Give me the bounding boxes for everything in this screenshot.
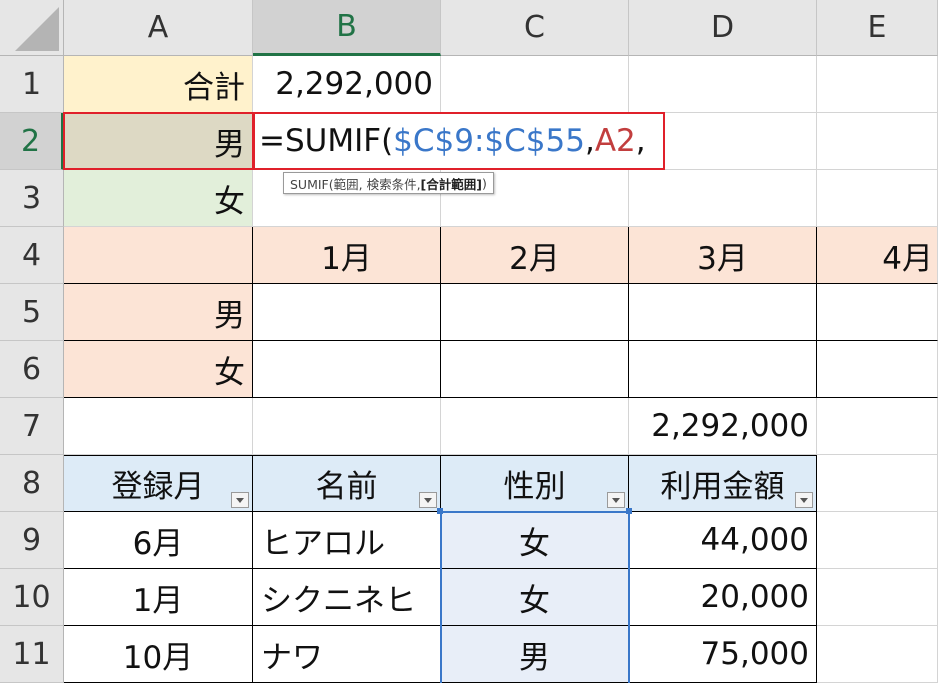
column-header-c[interactable]: C xyxy=(441,0,629,56)
cell-d7[interactable]: 2,292,000 xyxy=(629,398,817,455)
cell-c7[interactable] xyxy=(441,398,629,455)
cell-a5[interactable]: 男 xyxy=(64,284,253,341)
cell-b1[interactable]: 2,292,000 xyxy=(253,56,441,113)
cell-b11[interactable]: ナワ xyxy=(253,626,441,683)
tooltip-close-paren: ) xyxy=(481,175,487,191)
cell-c10[interactable]: 女 xyxy=(441,569,629,626)
row-header-11[interactable]: 11 xyxy=(0,626,64,683)
column-header-b[interactable]: B xyxy=(253,0,441,56)
row-header-7[interactable]: 7 xyxy=(0,398,64,455)
cell-b7[interactable] xyxy=(253,398,441,455)
row-header-5[interactable]: 5 xyxy=(0,284,64,341)
filter-dropdown-icon[interactable] xyxy=(231,492,249,508)
cell-e9[interactable] xyxy=(817,512,938,569)
cell-d10[interactable]: 20,000 xyxy=(629,569,817,626)
row-header-8[interactable]: 8 xyxy=(0,455,64,512)
row-header-4[interactable]: 4 xyxy=(0,227,64,284)
tooltip-signature-text: SUMIF(範囲, 検索条件, xyxy=(290,176,421,192)
cell-e1[interactable] xyxy=(817,56,938,113)
table-header-amount[interactable]: 利用金額 xyxy=(629,455,817,512)
cell-e5[interactable] xyxy=(817,284,938,341)
table-header-gender-label: 性別 xyxy=(503,469,566,505)
filter-dropdown-icon[interactable] xyxy=(795,492,813,508)
table-header-month[interactable]: 登録月 xyxy=(64,455,253,512)
table-header-amount-label: 利用金額 xyxy=(660,469,785,505)
column-header-d[interactable]: D xyxy=(629,0,817,56)
range-handle-top-left[interactable] xyxy=(437,508,443,514)
cell-e8[interactable] xyxy=(817,455,938,512)
cell-c11[interactable]: 男 xyxy=(441,626,629,683)
cell-c1[interactable] xyxy=(441,56,629,113)
cell-c5[interactable] xyxy=(441,284,629,341)
column-header-a[interactable]: A xyxy=(64,0,253,56)
spreadsheet: A B C D E 1 2 3 4 5 6 7 8 9 10 11 合計 2,2… xyxy=(0,0,938,683)
cell-a4[interactable] xyxy=(64,227,253,284)
cell-a9[interactable]: 6月 xyxy=(64,512,253,569)
row-header-9[interactable]: 9 xyxy=(0,512,64,569)
cell-e2[interactable] xyxy=(817,113,938,170)
cell-c9[interactable]: 女 xyxy=(441,512,629,569)
cell-d4[interactable]: 3月 xyxy=(629,227,817,284)
cell-e10[interactable] xyxy=(817,569,938,626)
table-header-name-label: 名前 xyxy=(315,469,378,505)
row-header-3[interactable]: 3 xyxy=(0,170,64,227)
cell-a2[interactable]: 男 xyxy=(64,113,253,170)
cell-d5[interactable] xyxy=(629,284,817,341)
cell-d9[interactable]: 44,000 xyxy=(629,512,817,569)
row-header-1[interactable]: 1 xyxy=(0,56,64,113)
cell-d6[interactable] xyxy=(629,341,817,398)
cell-e7[interactable] xyxy=(817,398,938,455)
cell-e6[interactable] xyxy=(817,341,938,398)
cell-d1[interactable] xyxy=(629,56,817,113)
column-header-e[interactable]: E xyxy=(817,0,938,56)
cell-a1[interactable]: 合計 xyxy=(64,56,253,113)
table-header-month-label: 登録月 xyxy=(111,469,205,505)
cell-e4[interactable]: 4月 xyxy=(817,227,938,284)
formula-function-token: =SUMIF( xyxy=(259,123,394,159)
cell-c6[interactable] xyxy=(441,341,629,398)
cell-e11[interactable] xyxy=(817,626,938,683)
formula-criteria-token: A2 xyxy=(594,123,636,159)
tooltip-optional-arg: [合計範囲] xyxy=(420,176,482,192)
cell-a10[interactable]: 1月 xyxy=(64,569,253,626)
cell-d11[interactable]: 75,000 xyxy=(629,626,817,683)
row-header-10[interactable]: 10 xyxy=(0,569,64,626)
formula-edit-box[interactable]: =SUMIF($C$9:$C$55, A2, xyxy=(253,112,665,170)
cell-a11[interactable]: 10月 xyxy=(64,626,253,683)
function-argument-tooltip[interactable]: SUMIF(範囲, 検索条件, [合計範囲]) xyxy=(283,172,494,194)
cell-c4[interactable]: 2月 xyxy=(441,227,629,284)
cell-b9[interactable]: ヒアロル xyxy=(253,512,441,569)
cell-b5[interactable] xyxy=(253,284,441,341)
select-all-icon xyxy=(15,7,59,51)
formula-range-token: $C$9:$C$55 xyxy=(393,123,585,159)
cell-d3[interactable] xyxy=(629,170,817,227)
cell-a6[interactable]: 女 xyxy=(64,341,253,398)
cell-b10[interactable]: シクニネヒ xyxy=(253,569,441,626)
cell-e3[interactable] xyxy=(817,170,938,227)
table-header-gender[interactable]: 性別 xyxy=(441,455,629,512)
range-handle-top-right[interactable] xyxy=(626,508,632,514)
formula-comma-token: , xyxy=(635,123,646,159)
cell-b4[interactable]: 1月 xyxy=(253,227,441,284)
cell-a7[interactable] xyxy=(64,398,253,455)
row-header-2[interactable]: 2 xyxy=(0,113,64,170)
filter-dropdown-icon[interactable] xyxy=(607,492,625,508)
filter-dropdown-icon[interactable] xyxy=(419,492,437,508)
row-header-6[interactable]: 6 xyxy=(0,341,64,398)
formula-comma-token: , xyxy=(584,123,595,159)
cell-a3[interactable]: 女 xyxy=(64,170,253,227)
table-header-name[interactable]: 名前 xyxy=(253,455,441,512)
select-all-button[interactable] xyxy=(0,0,64,56)
cell-b6[interactable] xyxy=(253,341,441,398)
